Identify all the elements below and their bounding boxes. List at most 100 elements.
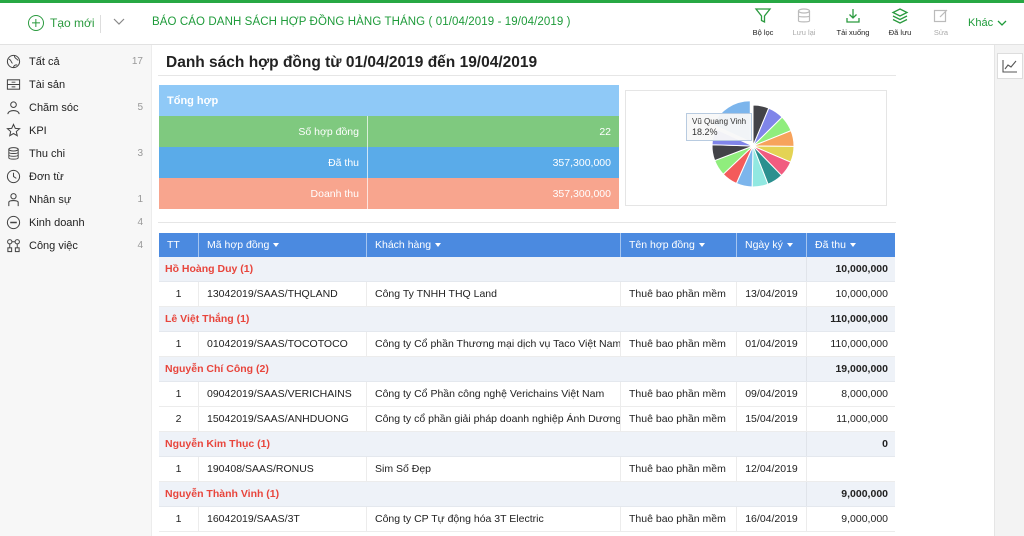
summary-row-collected: Đã thu 357,300,000: [159, 147, 619, 178]
plus-circle-icon: [28, 15, 44, 31]
sidebar-item-count: 4: [137, 217, 143, 228]
main-content: Danh sách hợp đồng từ 01/04/2019 đến 19/…: [152, 45, 994, 536]
network-icon: [7, 239, 20, 253]
line-chart-icon: [1002, 60, 1017, 73]
person-icon: [8, 193, 19, 207]
more-button[interactable]: Khác: [968, 17, 1008, 29]
table-row[interactable]: 1 190408/SAAS/RONUS Sim Số Đẹp Thuê bao …: [159, 457, 895, 482]
sidebar-item-requests[interactable]: Đơn từ: [0, 165, 151, 188]
column-header-paid[interactable]: Đã thu: [807, 233, 895, 257]
summary-panel: Tổng hợp Số hợp đồng 22 Đã thu 357,300,0…: [159, 85, 619, 209]
table-row[interactable]: 1 09042019/SAAS/VERICHAINS Công ty Cổ Ph…: [159, 382, 895, 407]
chevron-down-icon[interactable]: [112, 14, 126, 28]
layers-icon: [891, 8, 909, 24]
column-header-code[interactable]: Mã hợp đồng: [199, 233, 367, 257]
group-row[interactable]: Nguyễn Kim Thục (1) 0: [159, 432, 895, 457]
column-label: Mã hợp đồng: [207, 239, 270, 251]
table-row[interactable]: 1 01042019/SAAS/TOCOTOCO Công ty Cổ phần…: [159, 332, 895, 357]
summary-value: 357,300,000: [552, 187, 611, 200]
cell-date: 12/04/2019: [737, 457, 807, 481]
more-label: Khác: [968, 17, 994, 29]
group-row[interactable]: Nguyễn Thành Vinh (1) 9,000,000: [159, 482, 895, 507]
sidebar-item-all[interactable]: Tất cả 17: [0, 50, 151, 73]
chart-toggle-button[interactable]: [997, 53, 1023, 79]
sidebar-item-kpi[interactable]: KPI: [0, 119, 151, 142]
group-row[interactable]: Hồ Hoàng Duy (1) 10,000,000: [159, 257, 895, 282]
table-header: TT Mã hợp đồng Khách hàng Tên hợp đồng N…: [159, 233, 895, 257]
cell-tt: 1: [159, 507, 199, 531]
cell-tt: 1: [159, 332, 199, 356]
save-label: Lưu lại: [792, 28, 816, 37]
column-label: TT: [167, 239, 180, 251]
cell-customer: Công Ty TNHH THQ Land: [367, 282, 621, 306]
sidebar-item-hr[interactable]: Nhân sự 1: [0, 188, 151, 211]
sidebar-item-count: 3: [137, 148, 143, 159]
group-total: 110,000,000: [830, 313, 888, 325]
create-new-button[interactable]: Tạo mới: [28, 12, 95, 34]
sort-caret-icon: [435, 243, 442, 247]
group-name: Hồ Hoàng Duy (1): [159, 257, 807, 281]
sales-badge-icon: [6, 215, 21, 230]
cell-code: 13042019/SAAS/THQLAND: [199, 282, 367, 306]
pie-chart[interactable]: [626, 91, 888, 207]
cell-code: 15042019/SAAS/ANHDUONG: [199, 407, 367, 431]
sidebar-item-label: Đơn từ: [29, 170, 64, 183]
cell-code: 09042019/SAAS/VERICHAINS: [199, 382, 367, 406]
sidebar-item-label: KPI: [29, 124, 47, 137]
cell-code: 01042019/SAAS/TOCOTOCO: [199, 332, 367, 356]
coins-icon: [8, 147, 19, 160]
table-row[interactable]: 1 16042019/SAAS/3T Công ty CP Tự động hó…: [159, 507, 895, 532]
sidebar-item-sales[interactable]: Kinh doanh 4: [0, 211, 151, 234]
download-label: Tải xuống: [836, 28, 870, 37]
summary-value: 357,300,000: [552, 156, 611, 169]
cell-customer: Công ty CP Tự động hóa 3T Electric: [367, 507, 621, 531]
group-name: Nguyễn Chí Công (2): [159, 357, 807, 381]
table-row[interactable]: 1 13042019/SAAS/THQLAND Công Ty TNHH THQ…: [159, 282, 895, 307]
table-row[interactable]: 2 15042019/SAAS/ANHDUONG Công ty cổ phần…: [159, 407, 895, 432]
cell-paid: [807, 457, 895, 481]
group-row[interactable]: Nguyễn Chí Công (2) 19,000,000: [159, 357, 895, 382]
cell-date: 09/04/2019: [737, 382, 807, 406]
group-row[interactable]: Lê Việt Thắng (1) 110,000,000: [159, 307, 895, 332]
save-button[interactable]: Lưu lại: [782, 7, 826, 37]
column-header-date[interactable]: Ngày ký: [737, 233, 807, 257]
cell-name: Thuê bao phần mềm: [621, 407, 737, 431]
group-total: 19,000,000: [835, 363, 888, 375]
group-name: Lê Việt Thắng (1): [159, 307, 807, 331]
summary-header: Tổng hợp: [159, 85, 619, 116]
edit-button[interactable]: Sửa: [919, 7, 963, 37]
sidebar-item-label: Kinh doanh: [29, 216, 85, 229]
sidebar-item-assets[interactable]: Tài sản: [0, 73, 151, 96]
sidebar-item-tasks[interactable]: Công việc 4: [0, 234, 151, 257]
summary-label: Đã thu: [159, 147, 368, 178]
summary-row-contracts: Số hợp đồng 22: [159, 116, 619, 147]
cell-name: Thuê bao phần mềm: [621, 282, 737, 306]
sidebar-item-label: Chăm sóc: [29, 101, 79, 114]
summary-row-revenue: Doanh thu 357,300,000: [159, 178, 619, 209]
download-button[interactable]: Tải xuống: [831, 7, 875, 37]
cell-customer: Công ty Cổ phần Thương mại dịch vụ Taco …: [367, 332, 621, 356]
sidebar-item-finance[interactable]: Thu chi 3: [0, 142, 151, 165]
sort-caret-icon: [786, 243, 793, 247]
sidebar-item-label: Tất cả: [29, 55, 60, 68]
summary-label: Doanh thu: [159, 178, 368, 209]
page-title: Danh sách hợp đồng từ 01/04/2019 đến 19/…: [166, 54, 538, 71]
cell-customer: Sim Số Đẹp: [367, 457, 621, 481]
cell-date: 13/04/2019: [737, 282, 807, 306]
pie-chart-panel: Vũ Quang Vinh 18.2%: [625, 90, 887, 206]
saved-button[interactable]: Đã lưu: [878, 7, 922, 37]
cell-tt: 2: [159, 407, 199, 431]
sidebar-item-label: Tài sản: [29, 78, 66, 91]
column-header-customer[interactable]: Khách hàng: [367, 233, 621, 257]
divider: [158, 222, 896, 223]
column-header-tt[interactable]: TT: [159, 233, 199, 257]
cell-paid: 10,000,000: [835, 288, 888, 300]
column-header-name[interactable]: Tên hợp đồng: [621, 233, 737, 257]
sidebar-item-count: 17: [131, 56, 143, 67]
sidebar-item-care[interactable]: Chăm sóc 5: [0, 96, 151, 119]
sidebar-item-label: Nhân sự: [29, 193, 72, 206]
cell-paid: 110,000,000: [830, 338, 888, 350]
cell-tt: 1: [159, 282, 199, 306]
filter-button[interactable]: Bộ lọc: [741, 7, 785, 37]
tooltip-name: Vũ Quang Vinh: [692, 117, 747, 126]
